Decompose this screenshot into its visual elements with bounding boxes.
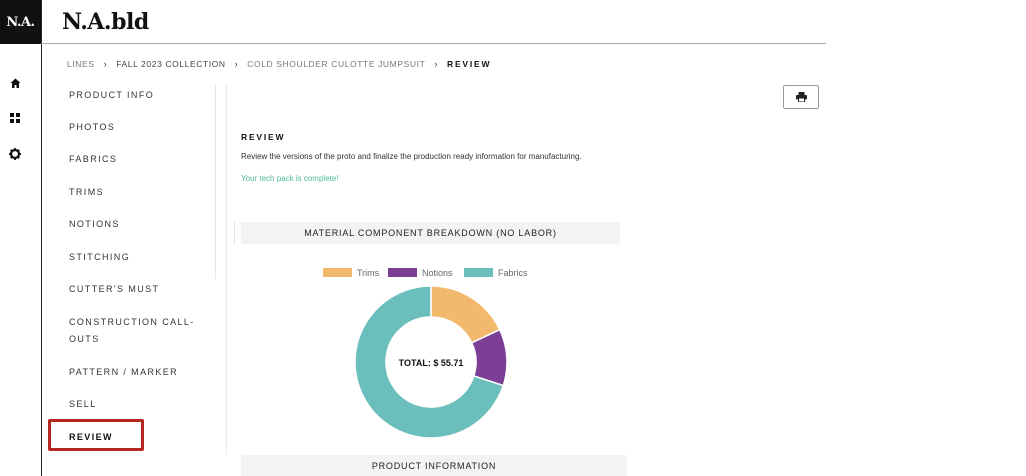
legend-label-trims[interactable]: Trims [357,268,380,278]
legend-swatch-trims[interactable] [323,268,352,277]
nav-item-product-info[interactable]: PRODUCT INFO [69,87,209,104]
brand-wordmark[interactable]: N.A.bld [62,9,149,35]
content-divider [226,84,227,454]
nav-item-construction-callouts[interactable]: CONSTRUCTION CALL-OUTS [69,314,195,348]
print-button[interactable] [783,85,819,109]
product-information-header: PRODUCT INFORMATION [241,455,627,476]
breadcrumb-current: REVIEW [447,59,492,69]
nav-item-trims[interactable]: TRIMS [69,184,209,201]
header-divider [41,43,826,44]
nav-item-stitching[interactable]: STITCHING [69,249,209,266]
nav-item-cutters-must[interactable]: CUTTER'S MUST [69,281,209,298]
chevron-right-icon: › [234,59,239,69]
logo[interactable]: N.A. [0,0,41,44]
nav-item-photos[interactable]: PHOTOS [69,119,209,136]
nav-divider [215,84,216,279]
legend-label-notions[interactable]: Notions [422,268,453,278]
legend-swatch-fabrics[interactable] [464,268,493,277]
print-icon [795,92,807,102]
left-rail: N.A. [0,0,42,476]
review-title: REVIEW [241,132,286,142]
review-description: Review the versions of the proto and fin… [241,152,582,161]
gear-icon[interactable] [0,144,30,164]
breakdown-header: MATERIAL COMPONENT BREAKDOWN (NO LABOR) [241,222,620,244]
nav-item-sell[interactable]: SELL [69,396,209,413]
nav-item-notions[interactable]: NOTIONS [69,216,209,233]
review-status: Your tech pack is complete! [241,174,339,183]
breadcrumb-collection[interactable]: FALL 2023 COLLECTION [116,59,225,69]
breadcrumb-product[interactable]: COLD SHOULDER CULOTTE JUMPSUIT [247,59,425,69]
divider [234,222,235,244]
nav-item-pattern-marker[interactable]: PATTERN / MARKER [69,364,209,381]
material-breakdown-chart: Trims Notions Fabrics TOTAL: $ 55.71 [323,268,528,439]
logo-text: N.A. [6,14,35,30]
highlight-box [48,419,144,451]
chart-total-label: TOTAL: $ 55.71 [399,358,464,368]
grid-icon[interactable] [0,108,30,128]
chevron-right-icon: › [434,59,438,69]
chevron-right-icon: › [103,59,108,69]
legend-label-fabrics[interactable]: Fabrics [498,268,528,278]
legend-swatch-notions[interactable] [388,268,417,277]
nav-item-fabrics[interactable]: FABRICS [69,151,209,168]
home-icon[interactable] [0,73,30,93]
breadcrumb: LINES › FALL 2023 COLLECTION › COLD SHOU… [67,59,491,69]
breadcrumb-lines[interactable]: LINES [67,59,95,69]
